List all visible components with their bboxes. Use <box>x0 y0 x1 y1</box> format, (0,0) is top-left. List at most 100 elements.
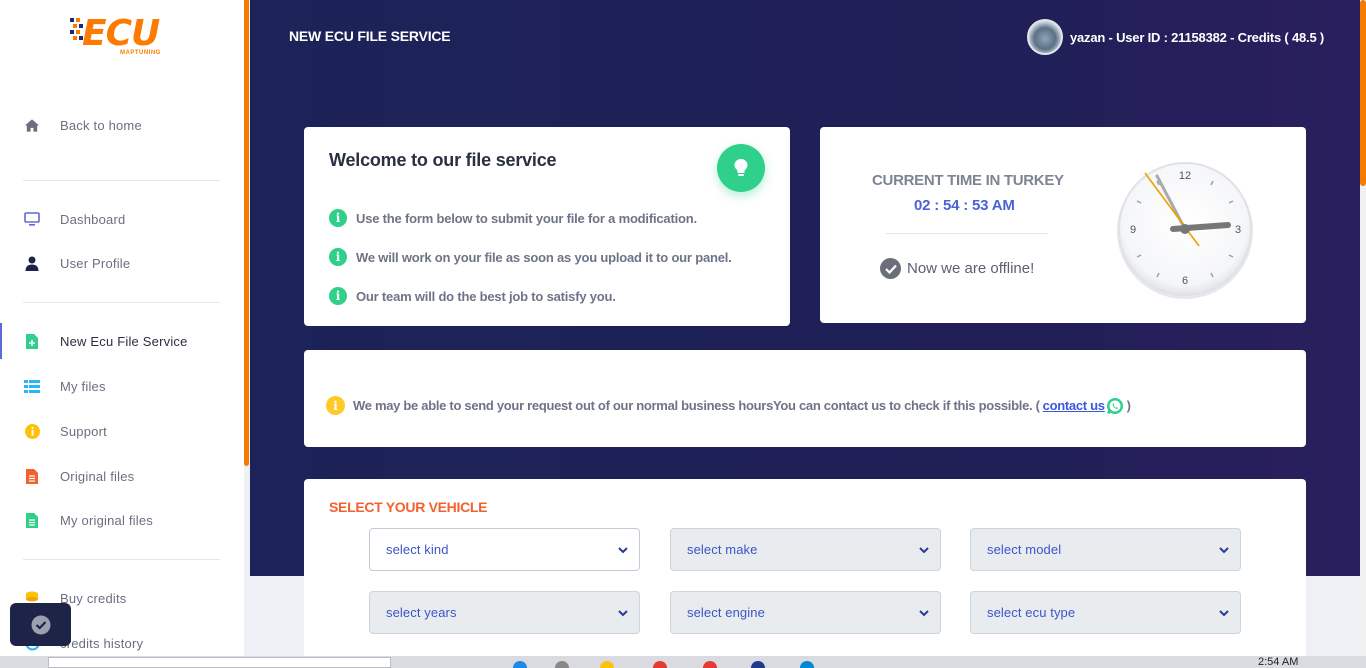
sidebar-divider <box>23 559 220 560</box>
sidebar-item-my-files[interactable]: My files <box>0 368 244 404</box>
time-card: CURRENT TIME IN TURKEY 02 : 54 : 53 AM N… <box>820 127 1306 323</box>
welcome-line-text: We will work on your file as soon as you… <box>356 249 732 265</box>
user-icon <box>24 255 40 271</box>
logo-wordmark: ECU <box>82 13 160 54</box>
sidebar-item-label: User Profile <box>60 255 131 271</box>
sidebar-item-original-files[interactable]: Original files <box>0 458 244 494</box>
sidebar-item-user-profile[interactable]: User Profile <box>0 245 244 281</box>
select-kind-dropdown[interactable]: select kind <box>369 528 640 571</box>
sidebar-item-label: credits history <box>60 635 144 651</box>
taskbar-clock[interactable]: 2:54 AM <box>1258 657 1298 668</box>
sidebar-item-my-original-files[interactable]: My original files <box>0 502 244 538</box>
sidebar-item-label: Support <box>60 423 107 439</box>
avatar[interactable] <box>1027 19 1063 55</box>
welcome-card: Welcome to our file service i Use the fo… <box>304 127 790 326</box>
chevron-down-icon <box>919 610 929 617</box>
file-icon <box>24 468 40 484</box>
sidebar-item-label: My files <box>60 378 106 394</box>
chevron-down-icon <box>618 610 628 617</box>
taskbar-app-icon[interactable] <box>555 661 569 668</box>
sidebar-item-label: My original files <box>60 512 153 528</box>
offline-status: Now we are offline! <box>880 258 1034 279</box>
clock-number: 9 <box>1130 224 1136 236</box>
monitor-icon <box>24 211 40 227</box>
logo-tagline: MAPTUNING <box>120 50 161 56</box>
select-make-dropdown[interactable]: select make <box>670 528 941 571</box>
taskbar-app-icon[interactable] <box>703 661 717 668</box>
select-kind-value: select kind <box>386 542 449 557</box>
sidebar-item-back-to-home[interactable]: Back to home <box>0 107 244 143</box>
info-icon: i <box>329 248 347 266</box>
welcome-line: i Use the form below to submit your file… <box>329 209 697 227</box>
taskbar-app-icon[interactable] <box>600 661 614 668</box>
ecu-logo[interactable]: ECU MAPTUNING <box>70 14 176 58</box>
select-engine-dropdown[interactable]: select engine <box>670 591 941 634</box>
check-circle-icon <box>31 615 50 634</box>
welcome-line: i We will work on your file as soon as y… <box>329 248 732 266</box>
file-text-icon <box>24 512 40 528</box>
contact-us-link[interactable]: contact us <box>1043 398 1105 413</box>
list-icon <box>24 378 40 394</box>
chevron-down-icon <box>1219 547 1229 554</box>
taskbar-app-icon[interactable] <box>513 661 527 668</box>
vehicle-selection-card: SELECT YOUR VEHICLE select kind select m… <box>304 479 1306 668</box>
select-years-dropdown[interactable]: select years <box>369 591 640 634</box>
sidebar-item-label: Buy credits <box>60 590 127 606</box>
clock-number: 6 <box>1182 275 1188 287</box>
chevron-down-icon <box>919 547 929 554</box>
info-icon <box>24 423 40 439</box>
welcome-line-text: Use the form below to submit your file f… <box>356 210 697 226</box>
sidebar-scrollbar[interactable] <box>244 0 249 466</box>
warning-icon: i <box>326 396 345 415</box>
welcome-line: i Our team will do the best job to satis… <box>329 287 616 305</box>
welcome-title: Welcome to our file service <box>329 150 557 170</box>
info-icon: i <box>329 287 347 305</box>
time-value: 02 : 54 : 53 AM <box>914 197 1015 214</box>
clock-number: 12 <box>1179 170 1191 182</box>
sidebar-item-label: Back to home <box>60 117 142 133</box>
sidebar-divider <box>23 302 220 303</box>
lightbulb-icon <box>717 144 765 192</box>
page-scrollbar-thumb[interactable] <box>1360 0 1366 186</box>
home-icon <box>24 117 40 133</box>
taskbar-app-icon[interactable] <box>800 661 814 668</box>
sidebar-item-new-ecu-file-service[interactable]: New Ecu File Service <box>0 323 244 359</box>
select-years-value: select years <box>386 605 457 620</box>
vehicle-section-title: SELECT YOUR VEHICLE <box>329 499 488 515</box>
select-ecu-type-dropdown[interactable]: select ecu type <box>970 591 1241 634</box>
chevron-down-icon <box>1219 610 1229 617</box>
taskbar-app-icon[interactable] <box>653 661 667 668</box>
time-label: CURRENT TIME IN TURKEY <box>872 172 1064 189</box>
offline-text: Now we are offline! <box>907 260 1035 277</box>
sidebar: ECU MAPTUNING Back to home Dashboard Use… <box>0 0 244 656</box>
sidebar-item-support[interactable]: Support <box>0 413 244 449</box>
taskbar-app-icon[interactable] <box>751 661 765 668</box>
welcome-line-text: Our team will do the best job to satisfy… <box>356 288 616 304</box>
whatsapp-icon[interactable] <box>1106 397 1124 415</box>
taskbar-search-box[interactable] <box>48 657 391 668</box>
user-info-text[interactable]: yazan - User ID : 21158382 - Credits ( 4… <box>1070 30 1324 45</box>
sidebar-item-dashboard[interactable]: Dashboard <box>0 201 244 237</box>
info-icon: i <box>329 209 347 227</box>
file-plus-icon <box>24 333 40 349</box>
notice-close-paren: ) <box>1126 398 1132 413</box>
sidebar-item-label: Original files <box>60 468 135 484</box>
time-divider <box>886 233 1048 234</box>
sidebar-item-label: Dashboard <box>60 211 126 227</box>
select-model-dropdown[interactable]: select model <box>970 528 1241 571</box>
page-title: NEW ECU FILE SERVICE <box>289 28 451 44</box>
sidebar-item-label: New Ecu File Service <box>60 333 188 349</box>
analog-clock: 12 3 6 9 <box>1115 159 1255 299</box>
chevron-down-icon <box>618 547 628 554</box>
select-engine-value: select engine <box>687 605 765 620</box>
clock-number: 3 <box>1235 224 1241 236</box>
notice-row: i We may be able to send your request ou… <box>326 396 1131 415</box>
select-ecu-type-value: select ecu type <box>987 605 1076 620</box>
business-hours-notice: i We may be able to send your request ou… <box>304 350 1306 447</box>
sidebar-divider <box>23 180 220 181</box>
check-circle-icon <box>880 258 901 279</box>
floating-status-button[interactable] <box>10 603 71 646</box>
select-model-value: select model <box>987 542 1062 557</box>
notice-text: We may be able to send your request out … <box>353 398 1040 413</box>
select-make-value: select make <box>687 542 758 557</box>
